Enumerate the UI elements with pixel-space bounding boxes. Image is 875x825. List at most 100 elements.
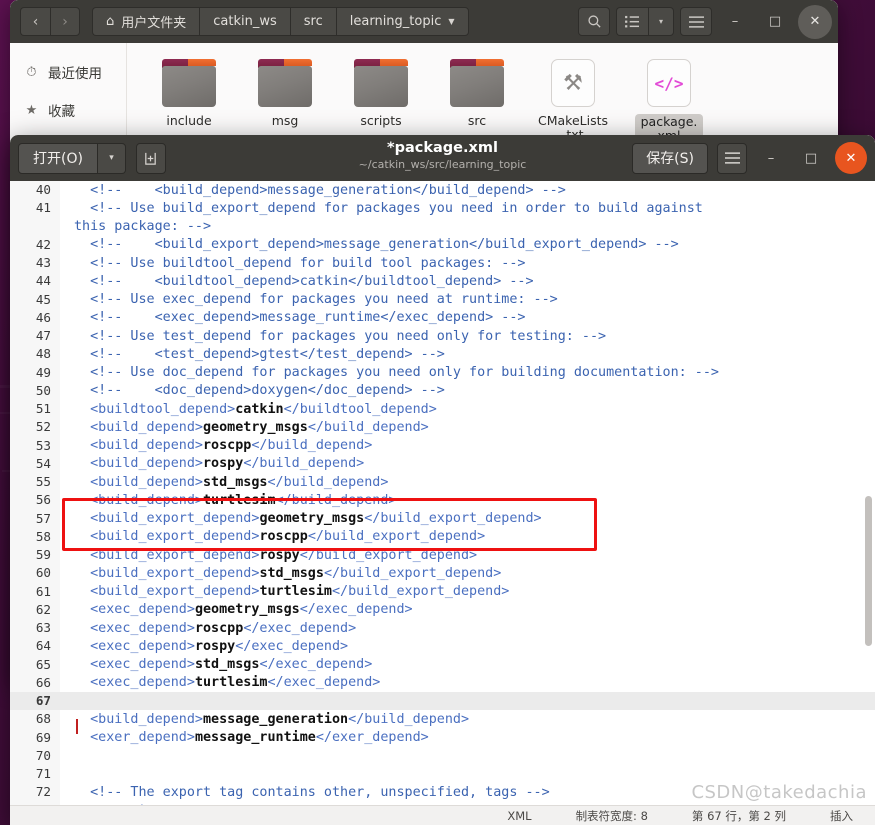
line-number: 66 <box>10 673 60 692</box>
breadcrumb-item-learning-topic[interactable]: learning_topic ▼ <box>335 7 469 36</box>
code-token: catkin <box>235 401 284 417</box>
editor-titlebar: 打开(O) ▾ *package.xml ~/catkin_ws/src/lea… <box>10 135 875 181</box>
hamburger-icon[interactable] <box>717 142 747 174</box>
sidebar-item-starred[interactable]: ★ 收藏 <box>10 91 126 129</box>
code-text: this package: --> <box>60 219 211 234</box>
code-line[interactable]: 63 <exec_depend>roscpp</exec_depend> <box>10 619 875 638</box>
code-line[interactable]: 68 <build_depend>message_generation</bui… <box>10 710 875 729</box>
text-editor-window: 打开(O) ▾ *package.xml ~/catkin_ws/src/lea… <box>10 135 875 825</box>
breadcrumb-item-home[interactable]: ⌂ 用户文件夹 <box>92 7 200 36</box>
code-line[interactable]: 62 <exec_depend>geometry_msgs</exec_depe… <box>10 600 875 619</box>
code-line[interactable]: 57 <build_export_depend>geometry_msgs</b… <box>10 509 875 528</box>
breadcrumb-label: catkin_ws <box>213 14 277 29</box>
open-dropdown-icon[interactable]: ▾ <box>97 142 126 174</box>
code-token: this package: --> <box>74 219 212 235</box>
code-line[interactable]: 71 <box>10 765 875 784</box>
hamburger-icon[interactable] <box>680 7 712 36</box>
status-language[interactable]: XML <box>507 809 531 823</box>
code-line[interactable]: 41 <!-- Use build_export_depend for pack… <box>10 199 875 218</box>
code-line[interactable]: 54 <build_depend>rospy</build_depend> <box>10 454 875 473</box>
code-line[interactable]: 69 <exer_depend>message_runtime</exer_de… <box>10 728 875 747</box>
code-line[interactable]: 66 <exec_depend>turtlesim</exec_depend> <box>10 673 875 692</box>
code-line[interactable]: 64 <exec_depend>rospy</exec_depend> <box>10 637 875 656</box>
close-button[interactable]: ✕ <box>835 142 867 174</box>
code-line[interactable]: 48 <!-- <test_depend>gtest</test_depend>… <box>10 345 875 364</box>
code-line[interactable]: 53 <build_depend>roscpp</build_depend> <box>10 436 875 455</box>
save-button[interactable]: 保存(S) <box>632 142 708 174</box>
code-token: <!-- <test_depend>gtest</test_depend> --… <box>74 346 445 362</box>
code-line[interactable]: 55 <build_depend>std_msgs</build_depend> <box>10 473 875 492</box>
code-text: <!-- Use doc_depend for packages you nee… <box>60 365 719 380</box>
minimize-button[interactable]: – <box>718 5 752 39</box>
open-button[interactable]: 打开(O) <box>18 142 98 174</box>
line-number: 49 <box>10 363 60 382</box>
file-item-package-xml[interactable]: </> package. xml <box>621 57 717 144</box>
view-dropdown-icon[interactable]: ▾ <box>648 7 674 36</box>
sidebar-item-label: 收藏 <box>48 104 75 120</box>
code-text: <!-- Use buildtool_depend for build tool… <box>60 256 525 271</box>
forward-button[interactable]: › <box>50 7 80 36</box>
code-line[interactable]: 58 <build_export_depend>roscpp</build_ex… <box>10 527 875 546</box>
code-line[interactable]: 42 <!-- <build_export_depend>message_gen… <box>10 235 875 254</box>
code-text: <build_depend>geometry_msgs</build_depen… <box>60 420 429 435</box>
minimize-button[interactable]: – <box>755 142 787 174</box>
file-manager-titlebar: ‹ › ⌂ 用户文件夹 catkin_ws src learning_topic… <box>10 0 838 43</box>
code-token: <exec_depend> <box>74 620 195 636</box>
code-line[interactable]: 47 <!-- Use test_depend for packages you… <box>10 327 875 346</box>
code-text: <!-- Use exec_depend for packages you ne… <box>60 292 558 307</box>
close-button[interactable]: ✕ <box>798 4 832 39</box>
file-item-include[interactable]: include <box>141 57 237 144</box>
code-line[interactable]: 61 <build_export_depend>turtlesim</build… <box>10 582 875 601</box>
code-token: </exec_depend> <box>299 602 413 618</box>
maximize-button[interactable]: □ <box>795 142 827 174</box>
line-number: 53 <box>10 436 60 455</box>
code-token: </exec_depend> <box>267 675 381 691</box>
code-area[interactable]: 40 <!-- <build_depend>message_generation… <box>10 181 875 805</box>
back-button[interactable]: ‹ <box>20 7 50 36</box>
search-icon[interactable] <box>578 7 610 36</box>
code-line[interactable]: 50 <!-- <doc_depend>doxygen</doc_depend>… <box>10 381 875 400</box>
code-line[interactable]: 44 <!-- <buildtool_depend>catkin</buildt… <box>10 272 875 291</box>
code-line[interactable]: 40 <!-- <build_depend>message_generation… <box>10 181 875 200</box>
view-mode-group: ▾ <box>616 7 674 36</box>
code-line[interactable]: 51 <buildtool_depend>catkin</buildtool_d… <box>10 400 875 419</box>
breadcrumb-label: 用户文件夹 <box>121 16 187 31</box>
file-item-scripts[interactable]: scripts <box>333 57 429 144</box>
breadcrumb-item-src[interactable]: src <box>289 7 336 36</box>
code-text: <!-- The export tag contains other, unsp… <box>60 785 550 800</box>
code-line[interactable]: 70 <box>10 746 875 765</box>
file-item-msg[interactable]: msg <box>237 57 333 144</box>
line-number: 63 <box>10 619 60 638</box>
code-line[interactable]: 43 <!-- Use buildtool_depend for build t… <box>10 254 875 273</box>
file-label: src <box>467 113 487 128</box>
file-item-src[interactable]: src <box>429 57 525 144</box>
code-line[interactable]: 46 <!-- <exec_depend>message_runtime</ex… <box>10 308 875 327</box>
file-item-cmakelists[interactable]: ⚒ CMakeLists .txt <box>525 57 621 144</box>
code-line[interactable]: 49 <!-- Use doc_depend for packages you … <box>10 363 875 382</box>
maximize-button[interactable]: □ <box>758 5 792 39</box>
code-line[interactable]: 60 <build_export_depend>std_msgs</build_… <box>10 564 875 583</box>
code-token: <!-- <build_export_depend>message_genera… <box>74 237 679 253</box>
line-number: 58 <box>10 527 60 546</box>
new-document-icon[interactable] <box>135 142 166 174</box>
code-line[interactable]: 65 <exec_depend>std_msgs</exec_depend> <box>10 655 875 674</box>
sidebar-item-recent[interactable]: ⏱ 最近使用 <box>10 53 126 91</box>
code-token: <!-- <exec_depend>message_runtime</exec_… <box>74 310 526 326</box>
breadcrumb-item-catkin-ws[interactable]: catkin_ws <box>199 7 290 36</box>
code-token: <build_export_depend> <box>74 565 260 581</box>
code-line[interactable]: this package: --> <box>10 217 875 236</box>
code-token: <exer_depend> <box>74 730 195 746</box>
line-number: 47 <box>10 327 60 346</box>
code-token: geometry_msgs <box>259 511 365 527</box>
code-line[interactable]: 56 <build_depend>turtlesim</build_depend… <box>10 491 875 510</box>
status-tab-width[interactable]: 制表符宽度: 8 <box>576 808 648 824</box>
code-line[interactable]: 72 <!-- The export tag contains other, u… <box>10 783 875 802</box>
code-line[interactable]: 52 <build_depend>geometry_msgs</build_de… <box>10 418 875 437</box>
list-view-icon[interactable] <box>616 7 648 36</box>
code-token: <!-- Use buildtool_depend for build tool… <box>74 255 526 271</box>
code-line[interactable]: 59 <build_export_depend>rospy</build_exp… <box>10 546 875 565</box>
code-line[interactable]: 45 <!-- Use exec_depend for packages you… <box>10 290 875 309</box>
code-line[interactable]: 67 <box>10 692 875 711</box>
vertical-scrollbar[interactable] <box>865 496 872 646</box>
code-token: geometry_msgs <box>203 419 308 435</box>
